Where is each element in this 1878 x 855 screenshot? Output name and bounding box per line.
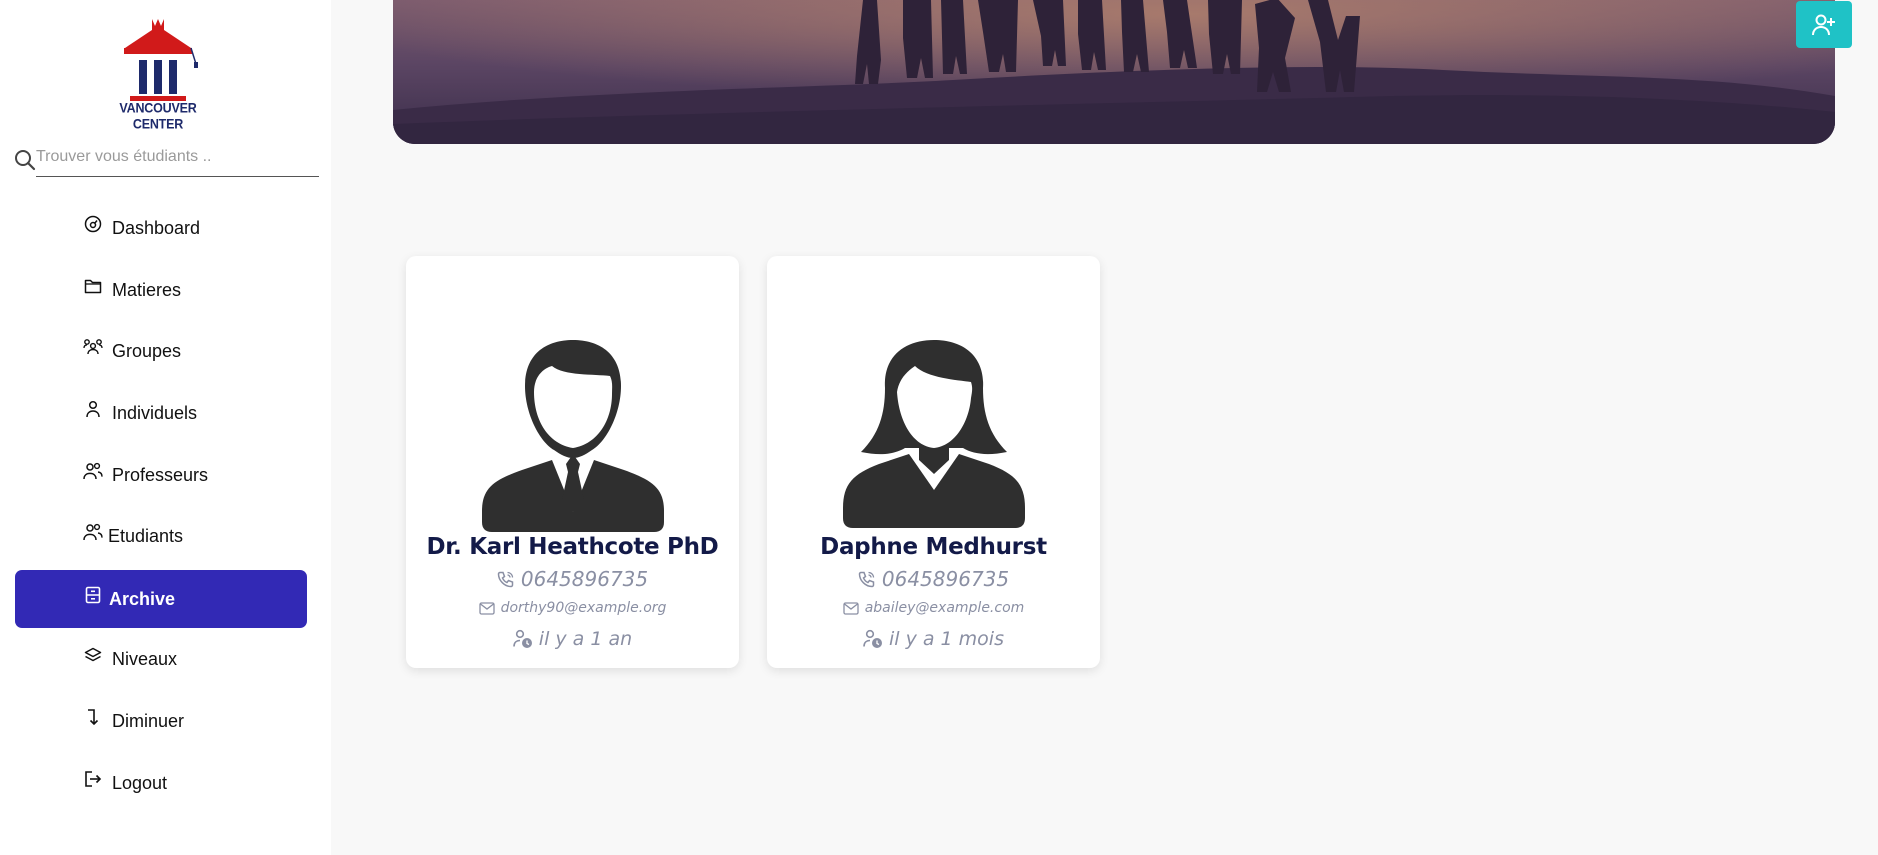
- card-email[interactable]: abailey@example.com: [767, 600, 1100, 616]
- search-icon[interactable]: [13, 148, 37, 172]
- archive-card[interactable]: Dr. Karl Heathcote PhD 0645896735 dorthy…: [406, 256, 739, 668]
- male-avatar-icon: [482, 340, 664, 532]
- sidebar-item-label: Archive: [109, 588, 176, 609]
- layers-icon: [83, 645, 103, 665]
- sidebar-item-archive[interactable]: Archive: [15, 570, 307, 628]
- user-clock-icon: [863, 629, 883, 649]
- card-name: Dr. Karl Heathcote PhD: [426, 534, 719, 560]
- graduates-silhouette-image: [393, 0, 1835, 144]
- sidebar-item-logout[interactable]: Logout: [15, 754, 307, 812]
- card-email-text: dorthy90@example.org: [500, 600, 667, 616]
- card-phone-text: 0645896735: [520, 567, 649, 591]
- card-since-text: il y a 1 an: [538, 628, 633, 650]
- logout-icon: [83, 769, 103, 789]
- sidebar-item-niveaux[interactable]: Niveaux: [15, 630, 307, 688]
- sidebar-item-label: Diminuer: [112, 710, 185, 731]
- phone-icon: [858, 570, 876, 588]
- sidebar-item-label: Dashboard: [112, 217, 201, 238]
- sidebar-item-professeurs[interactable]: Professeurs: [15, 446, 307, 504]
- person-icon: [83, 399, 103, 419]
- brand-name: VANCOUVER CENTER: [119, 100, 197, 132]
- hero-banner: [393, 0, 1835, 144]
- add-user-button[interactable]: [1796, 1, 1852, 48]
- user-clock-icon: [512, 629, 533, 649]
- search-bar: [13, 142, 319, 178]
- phone-icon: [497, 570, 515, 588]
- sidebar-item-label: Etudiants: [108, 525, 184, 546]
- archive-card[interactable]: Daphne Medhurst 0645896735 abailey@examp…: [767, 256, 1100, 668]
- card-email[interactable]: dorthy90@example.org: [406, 600, 739, 616]
- card-phone: 0645896735: [767, 567, 1100, 591]
- dashboard-icon: [83, 214, 103, 234]
- sidebar-item-label: Professeurs: [112, 464, 209, 485]
- groups-icon: [83, 337, 103, 357]
- add-user-icon: [1812, 14, 1835, 35]
- sidebar: VANCOUVER CENTER Dashboard Matieres Grou…: [0, 0, 331, 855]
- card-since: il y a 1 mois: [767, 628, 1100, 650]
- sidebar-item-label: Logout: [112, 772, 168, 793]
- card-since-text: il y a 1 mois: [888, 628, 1004, 650]
- card-since: il y a 1 an: [406, 628, 739, 650]
- sidebar-item-diminuer[interactable]: Diminuer: [15, 692, 307, 750]
- building-icon: [124, 19, 198, 101]
- sidebar-item-individuels[interactable]: Individuels: [15, 384, 307, 442]
- sidebar-item-groupes[interactable]: Groupes: [15, 322, 307, 380]
- archive-icon: [83, 585, 103, 605]
- sidebar-item-label: Groupes: [112, 340, 182, 361]
- card-phone-text: 0645896735: [881, 567, 1010, 591]
- mail-icon: [478, 601, 495, 615]
- users-icon: [83, 522, 103, 542]
- sidebar-item-label: Niveaux: [112, 648, 178, 669]
- sidebar-item-etudiants[interactable]: Etudiants: [15, 507, 307, 565]
- female-avatar-icon: [843, 340, 1025, 528]
- folder-icon: [83, 276, 103, 296]
- sidebar-item-label: Matieres: [112, 279, 182, 300]
- users-icon: [83, 461, 103, 481]
- sidebar-item-dashboard[interactable]: Dashboard: [15, 199, 307, 257]
- search-input[interactable]: [36, 142, 319, 177]
- card-name: Daphne Medhurst: [820, 534, 1047, 560]
- sidebar-item-label: Individuels: [112, 402, 198, 423]
- brand-logo[interactable]: VANCOUVER CENTER: [100, 14, 216, 132]
- sidebar-item-matieres[interactable]: Matieres: [15, 261, 307, 319]
- card-email-text: abailey@example.com: [864, 600, 1025, 616]
- mail-icon: [843, 601, 859, 615]
- turn-down-icon: [83, 707, 103, 727]
- card-phone: 0645896735: [406, 567, 739, 591]
